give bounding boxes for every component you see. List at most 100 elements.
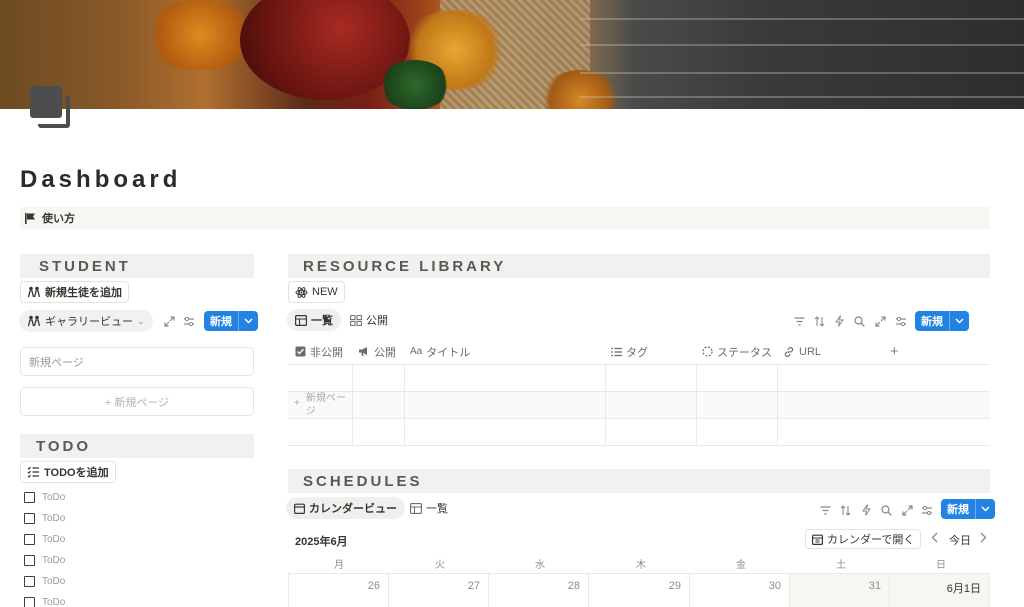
gallery-card[interactable]: 新規ページ bbox=[20, 347, 254, 376]
chevron-right-icon[interactable] bbox=[979, 532, 987, 543]
column-status[interactable]: ステータス bbox=[702, 339, 772, 364]
open-calendar-button[interactable]: カレンダーで開く bbox=[805, 529, 922, 549]
add-todo-label: TODOを追加 bbox=[44, 467, 109, 479]
calendar-cell[interactable]: 31 bbox=[790, 573, 890, 607]
search-icon[interactable] bbox=[852, 314, 866, 328]
add-column-button[interactable]: + bbox=[890, 339, 899, 364]
chevron-down-icon: ⌄ bbox=[137, 315, 145, 326]
checkbox[interactable] bbox=[24, 512, 35, 524]
view-gallery-label: ギャラリービュー bbox=[45, 316, 133, 328]
tab-list[interactable]: 一覧 bbox=[287, 309, 341, 331]
expand-icon[interactable] bbox=[873, 314, 887, 328]
bolt-icon[interactable] bbox=[832, 314, 846, 328]
callout-label: 使い方 bbox=[42, 213, 75, 225]
checkbox-icon bbox=[295, 346, 306, 357]
add-student-label: 新規生徒を追加 bbox=[45, 287, 122, 299]
page-icon[interactable] bbox=[30, 86, 70, 128]
checklist-icon bbox=[27, 466, 40, 478]
filter-icon[interactable] bbox=[792, 314, 806, 328]
todo-item[interactable]: ToDo bbox=[24, 573, 65, 589]
settings-icon[interactable] bbox=[182, 314, 196, 328]
calendar-icon bbox=[812, 534, 823, 545]
tab-calendar[interactable]: カレンダービュー bbox=[286, 497, 405, 519]
add-card-button[interactable]: + 新規ページ bbox=[20, 387, 254, 416]
calendar-cell[interactable]: 30 bbox=[690, 573, 790, 607]
checkbox[interactable] bbox=[24, 575, 35, 587]
column-tag[interactable]: タグ bbox=[611, 339, 648, 364]
weekday-label: 金 bbox=[736, 560, 746, 571]
tab-list-label: 一覧 bbox=[426, 503, 448, 515]
add-row-button[interactable]: + 新規ページ bbox=[294, 392, 354, 418]
open-calendar-label: カレンダーで開く bbox=[827, 534, 915, 546]
column-public[interactable]: 公開 bbox=[358, 339, 396, 364]
todo-item[interactable]: ToDo bbox=[24, 510, 65, 526]
resource-new-page-button[interactable]: NEW bbox=[288, 281, 345, 303]
calendar-cell[interactable]: 28 bbox=[489, 573, 589, 607]
calendar-cell[interactable]: 26 bbox=[288, 573, 389, 607]
column-private[interactable]: 非公開 bbox=[295, 339, 343, 364]
calendar-icon bbox=[294, 503, 305, 514]
weekday-label: 火 bbox=[435, 560, 445, 571]
page-title: Dashboard bbox=[20, 166, 182, 193]
expand-icon[interactable] bbox=[900, 503, 914, 517]
filter-icon[interactable] bbox=[818, 503, 832, 517]
view-gallery[interactable]: ギャラリービュー ⌄ bbox=[19, 310, 153, 332]
gallery-icon bbox=[350, 314, 362, 326]
tab-list[interactable]: 一覧 bbox=[410, 497, 448, 519]
schedules-new-button[interactable]: 新規 bbox=[941, 499, 995, 519]
chevron-down-icon[interactable] bbox=[975, 499, 995, 519]
settings-icon[interactable] bbox=[920, 503, 934, 517]
table-icon bbox=[410, 502, 422, 514]
chevron-down-icon[interactable] bbox=[238, 311, 258, 331]
cover-image bbox=[0, 0, 1024, 109]
new-row[interactable] bbox=[288, 392, 990, 418]
resource-new-button[interactable]: 新規 bbox=[915, 311, 969, 331]
schedules-header: SCHEDULES bbox=[288, 469, 990, 493]
new-label: 新規 bbox=[210, 316, 232, 328]
status-icon bbox=[702, 346, 713, 357]
expand-icon[interactable] bbox=[162, 314, 176, 328]
calendar-cell[interactable]: 29 bbox=[589, 573, 690, 607]
sort-icon[interactable] bbox=[838, 503, 852, 517]
calendar-cell[interactable]: 6月1日 bbox=[890, 573, 990, 607]
callout-how-to-use[interactable]: 使い方 bbox=[20, 207, 990, 229]
checkbox[interactable] bbox=[24, 533, 35, 545]
plus-icon: + bbox=[294, 398, 300, 409]
resource-new-page-label: NEW bbox=[312, 286, 338, 298]
list-icon bbox=[611, 347, 622, 357]
column-title[interactable]: Aa タイトル bbox=[410, 339, 470, 364]
calendar-cell[interactable]: 27 bbox=[389, 573, 489, 607]
weekday-label: 月 bbox=[334, 560, 344, 571]
todo-item[interactable]: ToDo bbox=[24, 594, 65, 607]
checkbox[interactable] bbox=[24, 596, 35, 607]
todo-item[interactable]: ToDo bbox=[24, 552, 65, 568]
card-title: 新規ページ bbox=[29, 356, 84, 369]
atom-icon bbox=[295, 286, 308, 299]
weekday-label: 水 bbox=[535, 560, 545, 571]
sort-icon[interactable] bbox=[812, 314, 826, 328]
student-new-button[interactable]: 新規 bbox=[204, 311, 258, 331]
people-icon bbox=[27, 286, 41, 298]
link-icon bbox=[783, 346, 795, 358]
today-button[interactable]: 今日 bbox=[949, 532, 971, 548]
student-header: STUDENT bbox=[20, 254, 254, 278]
tab-calendar-label: カレンダービュー bbox=[309, 503, 397, 515]
add-todo-button[interactable]: TODOを追加 bbox=[20, 461, 116, 483]
chevron-down-icon[interactable] bbox=[949, 311, 969, 331]
todo-item[interactable]: ToDo bbox=[24, 531, 65, 547]
checkbox[interactable] bbox=[24, 491, 35, 503]
text-icon: Aa bbox=[410, 346, 423, 357]
tab-public[interactable]: 公開 bbox=[350, 309, 388, 331]
column-url[interactable]: URL bbox=[783, 339, 821, 364]
search-icon[interactable] bbox=[879, 503, 893, 517]
add-student-button[interactable]: 新規生徒を追加 bbox=[20, 281, 129, 303]
settings-icon[interactable] bbox=[894, 314, 908, 328]
tab-list-label: 一覧 bbox=[311, 315, 333, 327]
bolt-icon[interactable] bbox=[859, 503, 873, 517]
chevron-left-icon[interactable] bbox=[931, 532, 939, 543]
checkbox[interactable] bbox=[24, 554, 35, 566]
calendar-month: 2025年6月 bbox=[295, 536, 348, 548]
flag-icon bbox=[24, 212, 37, 225]
todo-item[interactable]: ToDo bbox=[24, 489, 65, 505]
todo-header: TODO bbox=[20, 434, 254, 458]
